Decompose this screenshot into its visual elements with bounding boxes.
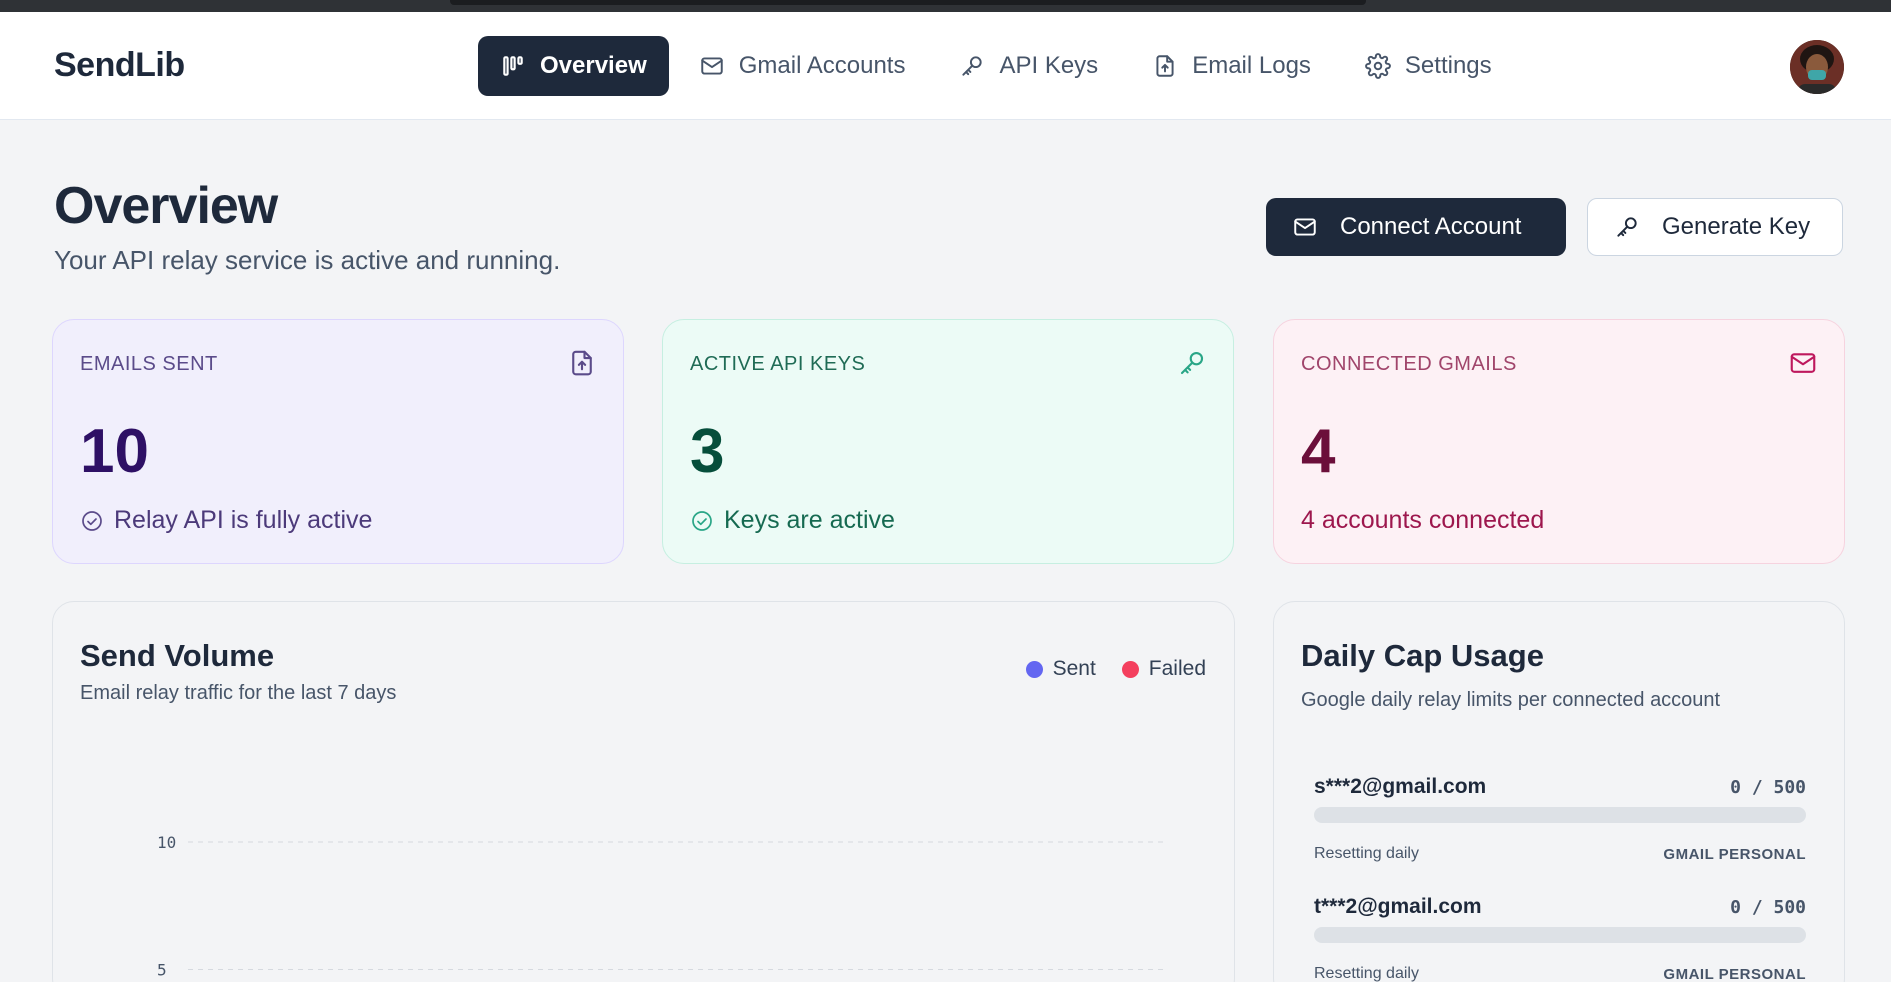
nav-item-label: Email Logs <box>1192 52 1311 79</box>
nav-item-label: API Keys <box>999 52 1099 79</box>
stat-card-emails-sent: EMAILS SENT 10 Relay API is fully active <box>52 319 624 564</box>
generate-key-label: Generate Key <box>1662 213 1811 240</box>
check-circle-icon <box>80 509 104 533</box>
daily-cap-title: Daily Cap Usage <box>1301 638 1544 673</box>
page-subtitle: Your API relay service is active and run… <box>54 245 561 275</box>
key-icon <box>1614 214 1640 240</box>
browser-tab-bar <box>450 0 1366 5</box>
cap-note: Resetting daily <box>1314 965 1419 982</box>
nav-item-settings[interactable]: Settings <box>1341 36 1516 96</box>
cap-progress-bar <box>1314 807 1806 823</box>
connect-account-label: Connect Account <box>1340 213 1522 240</box>
gear-icon <box>1365 53 1391 79</box>
send-volume-panel: Send Volume Email relay traffic for the … <box>52 601 1235 982</box>
file-upload-icon <box>1152 53 1178 79</box>
stat-footer-text: Keys are active <box>724 506 895 534</box>
stat-value: 3 <box>690 417 725 486</box>
connect-account-button[interactable]: Connect Account <box>1266 198 1566 256</box>
daily-cap-panel: Daily Cap Usage Google daily relay limit… <box>1273 601 1845 982</box>
cap-count: 0 / 500 <box>1730 897 1806 918</box>
cap-type: GMAIL PERSONAL <box>1663 966 1806 982</box>
stat-value: 4 <box>1301 417 1336 486</box>
stat-footer-text: Relay API is fully active <box>114 506 373 534</box>
nav-item-email-logs[interactable]: Email Logs <box>1128 36 1335 96</box>
y-tick-label: 10 <box>157 833 176 852</box>
page-title: Overview <box>54 177 278 235</box>
stat-footer: Relay API is fully active <box>80 506 372 535</box>
nav-item-label: Overview <box>540 52 647 79</box>
stat-value: 10 <box>80 417 149 486</box>
y-tick-label: 5 <box>157 961 167 980</box>
top-navbar: SendLib Overview Gmail Accounts API Keys… <box>0 12 1891 120</box>
nav-item-label: Settings <box>1404 52 1492 79</box>
cap-note: Resetting daily <box>1314 845 1419 862</box>
mail-icon <box>1292 214 1318 240</box>
mail-icon <box>699 53 725 79</box>
nav-item-overview[interactable]: Overview <box>478 36 669 96</box>
main-nav: Overview Gmail Accounts API Keys Email L… <box>478 36 1522 96</box>
key-icon <box>1177 348 1207 378</box>
daily-cap-subtitle: Google daily relay limits per connected … <box>1301 689 1721 711</box>
browser-top-strip <box>0 0 1891 12</box>
stat-label: EMAILS SENT <box>80 353 218 375</box>
cap-email: t***2@gmail.com <box>1314 895 1482 918</box>
stat-label: CONNECTED GMAILS <box>1301 353 1517 375</box>
file-upload-icon <box>567 348 597 378</box>
send-volume-chart: 10 5 <box>157 833 1168 980</box>
key-icon <box>959 53 985 79</box>
nav-item-api-keys[interactable]: API Keys <box>935 36 1122 96</box>
stat-card-connected-gmails: CONNECTED GMAILS 4 4 accounts connected <box>1273 319 1845 564</box>
generate-key-button[interactable]: Generate Key <box>1587 198 1843 256</box>
cap-count: 0 / 500 <box>1730 777 1806 798</box>
check-circle-icon <box>690 509 714 533</box>
stat-card-active-api-keys: ACTIVE API KEYS 3 Keys are active <box>662 319 1234 564</box>
cap-progress-bar <box>1314 927 1806 943</box>
cap-email: s***2@gmail.com <box>1314 775 1487 798</box>
stat-label: ACTIVE API KEYS <box>690 353 866 375</box>
mail-icon <box>1788 348 1818 378</box>
user-avatar[interactable] <box>1790 40 1844 94</box>
stat-footer: 4 accounts connected <box>1301 506 1544 535</box>
nav-item-label: Gmail Accounts <box>738 52 906 79</box>
stat-footer: Keys are active <box>690 506 895 535</box>
brand-logo[interactable]: SendLib <box>54 46 185 85</box>
cap-type: GMAIL PERSONAL <box>1663 846 1806 863</box>
stat-footer-text: 4 accounts connected <box>1301 506 1545 534</box>
nav-item-gmail-accounts[interactable]: Gmail Accounts <box>675 36 930 96</box>
chart-bars-icon <box>500 53 526 79</box>
